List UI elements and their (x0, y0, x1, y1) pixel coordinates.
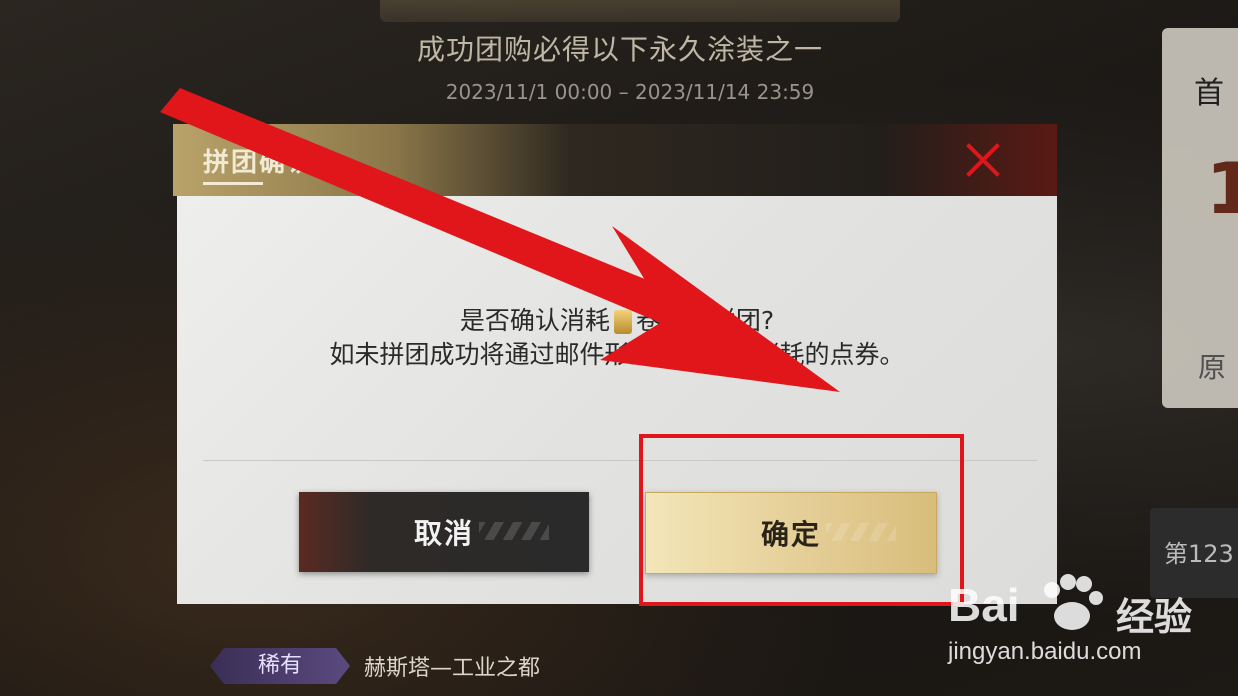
baidu-watermark: Bai 经验 jingyan.baidu.com (948, 568, 1238, 688)
watermark-word: 经验 (1116, 595, 1193, 639)
paw-icon (1044, 574, 1103, 630)
watermark-url: jingyan.baidu.com (948, 638, 1142, 665)
watermark-brand: Bai (948, 579, 1020, 631)
arrow-shaft (160, 88, 720, 342)
